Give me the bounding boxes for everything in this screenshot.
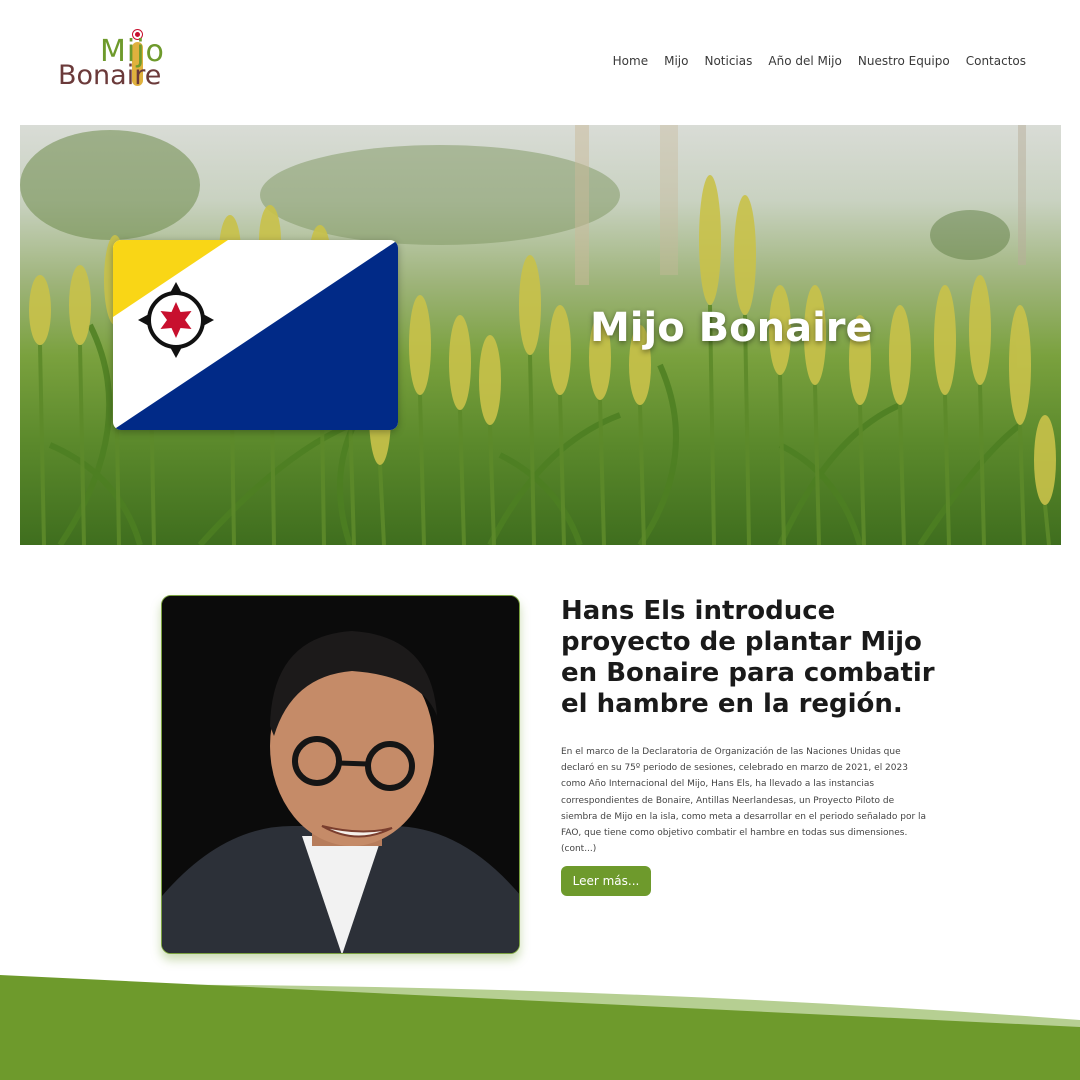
- millet-stem: [638, 404, 646, 545]
- site-logo[interactable]: Mijo Bonaire: [58, 30, 188, 94]
- millet-head: [1009, 305, 1031, 425]
- main-nav: Home Mijo Noticias Año del Mijo Nuestro …: [613, 54, 1026, 68]
- millet-stem: [558, 394, 566, 545]
- millet-stem: [418, 394, 426, 545]
- millet-stem: [778, 374, 786, 545]
- millet-head: [889, 305, 911, 405]
- millet-stem: [488, 424, 496, 545]
- article-headline: Hans Els introduce proyecto de plantar M…: [561, 596, 935, 719]
- footer-wave: [0, 975, 1080, 1080]
- millet-stem: [943, 394, 951, 545]
- nav-item-contactos[interactable]: Contactos: [966, 54, 1026, 68]
- millet-head: [29, 275, 51, 345]
- millet-head: [699, 175, 721, 305]
- nav-item-ano-del-mijo[interactable]: Año del Mijo: [768, 54, 841, 68]
- millet-stem: [898, 404, 906, 545]
- hero-title: Mijo Bonaire: [590, 305, 873, 351]
- logo-text-bonaire: Bonaire: [58, 60, 162, 91]
- millet-head: [409, 295, 431, 395]
- millet-stem: [1018, 424, 1026, 545]
- millet-head: [449, 315, 471, 410]
- millet-head: [734, 195, 756, 315]
- hero-banner: Mijo Bonaire: [20, 125, 1061, 545]
- millet-stem: [38, 344, 46, 545]
- bonaire-flag: [113, 240, 398, 430]
- millet-head: [69, 265, 91, 345]
- millet-stem: [378, 464, 386, 545]
- millet-stem: [813, 384, 821, 545]
- millet-stem: [1043, 504, 1051, 545]
- millet-head: [1034, 415, 1056, 505]
- millet-head: [479, 335, 501, 425]
- millet-stem: [978, 384, 986, 545]
- nav-item-nuestro-equipo[interactable]: Nuestro Equipo: [858, 54, 950, 68]
- millet-head: [519, 255, 541, 355]
- article-body: En el marco de la Declaratoria de Organi…: [561, 747, 927, 855]
- millet-head: [934, 285, 956, 395]
- millet-head: [549, 305, 571, 395]
- millet-head: [969, 275, 991, 385]
- nav-item-noticias[interactable]: Noticias: [704, 54, 752, 68]
- nav-item-home[interactable]: Home: [613, 54, 648, 68]
- millet-stem: [458, 409, 466, 545]
- millet-stem: [528, 354, 536, 545]
- nav-item-mijo[interactable]: Mijo: [664, 54, 688, 68]
- read-more-button[interactable]: Leer más...: [561, 866, 651, 896]
- author-photo: [161, 595, 520, 954]
- millet-stem: [348, 414, 356, 545]
